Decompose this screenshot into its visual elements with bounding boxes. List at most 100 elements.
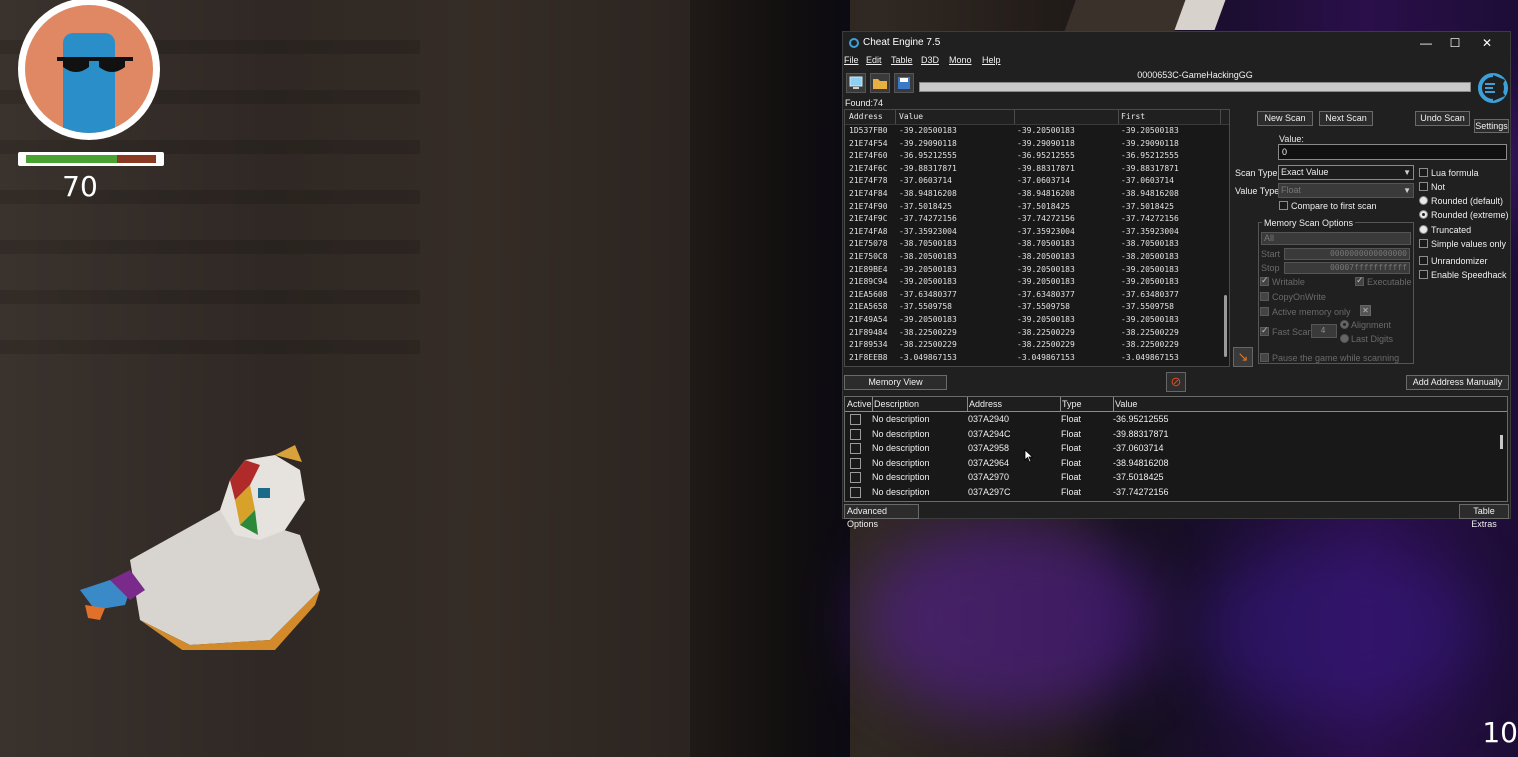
next-scan-button[interactable]: Next Scan xyxy=(1319,111,1373,126)
col-value[interactable]: Value xyxy=(899,112,923,121)
open-file-button[interactable] xyxy=(870,73,890,93)
result-row[interactable]: 21E74F6C -39.88317871 -39.88317871 -39.8831… xyxy=(845,163,1221,176)
address-table-row[interactable]: No description 037A2940 Float -36.95212555 xyxy=(845,412,1495,427)
executable-checkbox[interactable] xyxy=(1355,275,1364,286)
simple-values-checkbox[interactable] xyxy=(1419,239,1428,248)
fast-scan-checkbox[interactable] xyxy=(1260,325,1269,336)
entry-active-checkbox[interactable] xyxy=(850,443,861,454)
result-row[interactable]: 21E74F9C -37.74272156 -37.74272156 -37.7427… xyxy=(845,213,1221,226)
address-table-row[interactable]: No description 037A297C Float -37.74272156 xyxy=(845,485,1495,500)
result-row[interactable]: 21F8EEB8 -3.049867153 -3.049867153 -3.04986… xyxy=(845,352,1221,365)
lua-formula-checkbox[interactable] xyxy=(1419,168,1428,177)
rounded-extreme-radio[interactable] xyxy=(1419,210,1428,219)
result-row[interactable]: 21E74F78 -37.0603714 -37.0603714 -37.060371… xyxy=(845,175,1221,188)
rounded-default-radio[interactable] xyxy=(1419,196,1428,205)
truncated-radio[interactable] xyxy=(1419,225,1428,234)
result-row[interactable]: 21E75078 -38.70500183 -38.70500183 -38.7050… xyxy=(845,238,1221,251)
results-scrollbar[interactable] xyxy=(1223,125,1229,366)
menu-d3d[interactable]: D3D xyxy=(921,55,939,65)
minimize-button[interactable]: — xyxy=(1415,35,1437,51)
clear-list-button[interactable]: ⊘ xyxy=(1166,372,1186,392)
advanced-options-button[interactable]: Advanced Options xyxy=(844,504,919,529)
entry-type: Float xyxy=(1061,428,1082,439)
col-address[interactable]: Address xyxy=(849,112,883,121)
speedhack-checkbox[interactable] xyxy=(1419,270,1428,279)
result-row[interactable]: 1D537FB0 -39.20500183 -39.20500183 -39.2050… xyxy=(845,125,1221,138)
menu-help[interactable]: Help xyxy=(982,55,1001,65)
add-address-manually-button[interactable]: Add Address Manually xyxy=(1406,375,1509,390)
result-row[interactable]: 21EA5658 -37.5509758 -37.5509758 -37.550975… xyxy=(845,301,1221,314)
col-first[interactable]: First xyxy=(1121,112,1145,121)
result-row[interactable]: 21E74F60 -36.95212555 -36.95212555 -36.9521… xyxy=(845,150,1221,163)
entry-active-checkbox[interactable] xyxy=(850,414,861,425)
memory-region-select[interactable]: All xyxy=(1261,232,1411,245)
maximize-button[interactable]: ☐ xyxy=(1444,35,1466,51)
result-row[interactable]: 21F49A54 -39.20500183 -39.20500183 -39.2050… xyxy=(845,314,1221,327)
result-row[interactable]: 21F89484 -38.22500229 -38.22500229 -38.2250… xyxy=(845,327,1221,340)
address-table-row[interactable]: No description 037A294C Float -39.88317871 xyxy=(845,427,1495,442)
undo-scan-button[interactable]: Undo Scan xyxy=(1415,111,1470,126)
scan-results-list[interactable]: Address Value First 1D537FB0 -39.20500183… xyxy=(844,109,1230,367)
address-table-row[interactable]: No description 037A2970 Float -37.5018425 xyxy=(845,470,1495,485)
memory-view-button[interactable]: Memory View xyxy=(844,375,947,390)
col-active[interactable]: Active xyxy=(847,399,872,409)
add-selected-to-list-button[interactable]: ↘ xyxy=(1233,347,1253,367)
cheat-engine-window[interactable]: Cheat Engine 7.5 — ☐ ✕ File Edit Table D… xyxy=(842,31,1511,529)
entry-address: 037A2964 xyxy=(968,457,1010,468)
scan-type-select[interactable]: Exact Value ▼ xyxy=(1278,165,1414,180)
pause-game-checkbox[interactable] xyxy=(1260,353,1269,362)
open-process-button[interactable] xyxy=(846,73,866,93)
result-address: 21EA5658 xyxy=(849,302,888,312)
entry-active-checkbox[interactable] xyxy=(850,486,861,498)
col-address[interactable]: Address xyxy=(969,399,1002,409)
close-button[interactable]: ✕ xyxy=(1476,35,1498,51)
copy-on-write-checkbox[interactable] xyxy=(1260,292,1269,301)
menu-mono[interactable]: Mono xyxy=(949,55,972,65)
address-table-scrollbar[interactable] xyxy=(1499,413,1505,499)
address-table-row[interactable]: No description 037A2964 Float -38.94816208 xyxy=(845,456,1495,471)
result-row[interactable]: 21E74F84 -38.94816208 -38.94816208 -38.9481… xyxy=(845,188,1221,201)
start-address-input[interactable]: 0000000000000000 xyxy=(1284,248,1410,260)
col-value[interactable]: Value xyxy=(1115,399,1137,409)
result-row[interactable]: 21EA5608 -37.63480377 -37.63480377 -37.6348… xyxy=(845,289,1221,302)
result-row[interactable]: 21E74FA8 -37.35923004 -37.35923004 -37.3592… xyxy=(845,226,1221,239)
stop-address-input[interactable]: 00007fffffffffff xyxy=(1284,262,1410,274)
menu-file[interactable]: File xyxy=(844,55,859,65)
result-row[interactable]: 21E89C94 -39.20500183 -39.20500183 -39.2050… xyxy=(845,276,1221,289)
not-checkbox[interactable] xyxy=(1419,182,1428,191)
compare-first-checkbox[interactable] xyxy=(1279,201,1288,210)
save-button[interactable] xyxy=(894,73,914,93)
cheat-engine-logo[interactable] xyxy=(1475,70,1509,108)
address-table[interactable]: Active Description Address Type Value No… xyxy=(844,396,1508,502)
entry-active-checkbox[interactable] xyxy=(850,457,861,469)
result-row[interactable]: 21E750C8 -38.20500183 -38.20500183 -38.2050… xyxy=(845,251,1221,264)
menu-table[interactable]: Table xyxy=(891,55,913,65)
table-extras-button[interactable]: Table Extras xyxy=(1459,504,1509,529)
result-row[interactable]: 21E74F90 -37.5018425 -37.5018425 -37.501842… xyxy=(845,201,1221,214)
result-value: -38.20500183 xyxy=(899,251,957,261)
col-type[interactable]: Type xyxy=(1062,399,1082,409)
result-address: 21E89C94 xyxy=(849,277,888,287)
col-description[interactable]: Description xyxy=(874,399,919,409)
address-table-scroll-thumb[interactable] xyxy=(1500,435,1503,449)
value-type-select[interactable]: Float ▼ xyxy=(1278,183,1414,198)
result-row[interactable]: 21E74F54 -39.29090118 -39.29090118 -39.2909… xyxy=(845,138,1221,151)
writable-checkbox[interactable] xyxy=(1260,275,1269,286)
address-table-row[interactable]: No description 037A2958 Float -37.0603714 xyxy=(845,441,1495,456)
settings-button[interactable]: Settings xyxy=(1474,119,1509,133)
result-row[interactable]: 21F89534 -38.22500229 -38.22500229 -38.2250… xyxy=(845,339,1221,352)
entry-active-checkbox[interactable] xyxy=(850,472,861,483)
window-titlebar[interactable]: Cheat Engine 7.5 — ☐ ✕ xyxy=(843,32,1510,54)
alignment-radio[interactable] xyxy=(1340,320,1349,329)
close-icon[interactable]: ✕ xyxy=(1360,305,1371,316)
fast-scan-value-input[interactable]: 4 xyxy=(1311,324,1337,338)
last-digits-radio[interactable] xyxy=(1340,334,1349,343)
entry-active-checkbox[interactable] xyxy=(850,428,861,440)
unrandomizer-checkbox[interactable] xyxy=(1419,256,1428,265)
result-row[interactable]: 21E89BE4 -39.20500183 -39.20500183 -39.2050… xyxy=(845,264,1221,277)
menu-edit[interactable]: Edit xyxy=(866,55,882,65)
results-scroll-thumb[interactable] xyxy=(1224,295,1227,357)
active-memory-checkbox[interactable] xyxy=(1260,307,1269,316)
new-scan-button[interactable]: New Scan xyxy=(1257,111,1313,126)
scan-value-input[interactable]: 0 xyxy=(1278,144,1507,160)
